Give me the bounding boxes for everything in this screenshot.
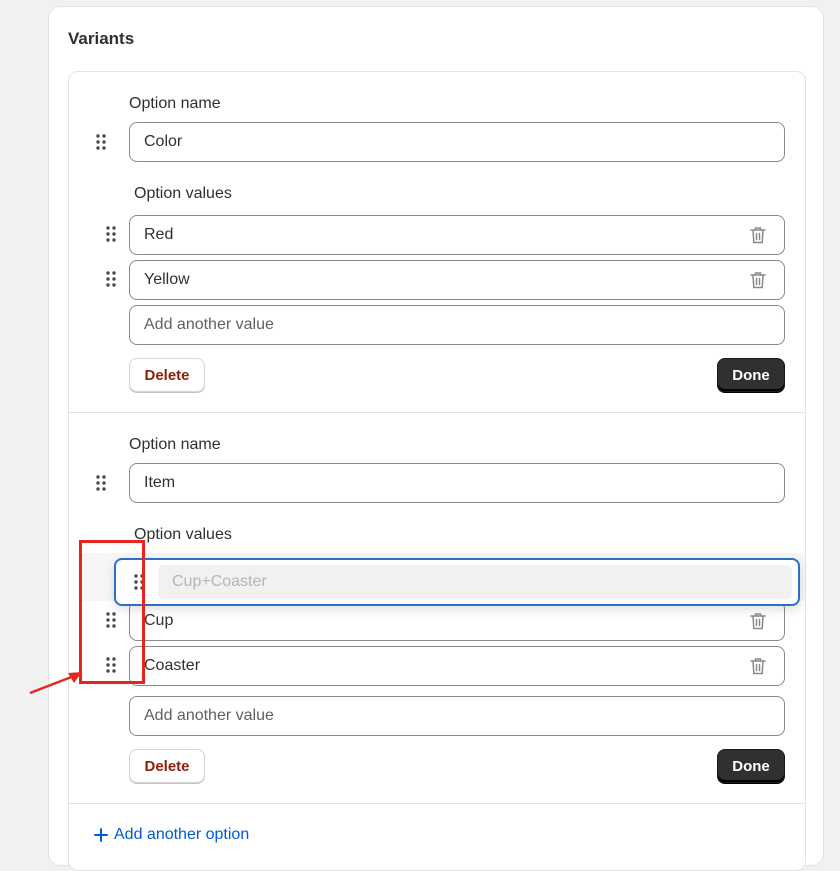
card-title: Variants: [68, 29, 135, 48]
drag-handle-icon[interactable]: [96, 134, 106, 150]
drag-handle-icon[interactable]: [106, 226, 116, 242]
plus-icon: [94, 828, 108, 842]
option-name-input[interactable]: Item: [129, 463, 785, 503]
annotation-highlight-box: [79, 540, 145, 684]
option-value-input[interactable]: Red: [129, 215, 785, 255]
option-value-text: Yellow: [144, 271, 190, 288]
trash-icon[interactable]: [750, 657, 766, 675]
add-value-input[interactable]: Add another value: [129, 305, 785, 345]
trash-icon[interactable]: [750, 226, 766, 244]
option-name-input[interactable]: Color: [129, 122, 785, 162]
add-another-option-link[interactable]: Add another option: [94, 826, 249, 844]
dragging-value-text: Cup+Coaster: [158, 565, 792, 599]
option-value-text: Coaster: [144, 657, 201, 674]
option-name-label: Option name: [129, 95, 221, 112]
option-name-label: Option name: [129, 436, 221, 453]
trash-icon[interactable]: [750, 612, 766, 630]
option-value-input[interactable]: Coaster: [129, 646, 785, 686]
option-values-label: Option values: [134, 526, 232, 543]
done-button[interactable]: Done: [717, 749, 785, 783]
annotation-arrow-icon: [29, 672, 82, 695]
trash-icon[interactable]: [750, 271, 766, 289]
drag-handle-icon[interactable]: [106, 271, 116, 287]
option-values-label: Option values: [134, 185, 232, 202]
option-value-text: Red: [144, 226, 174, 243]
option-value-input[interactable]: Yellow: [129, 260, 785, 300]
option-divider: [69, 803, 805, 804]
done-button[interactable]: Done: [717, 358, 785, 392]
delete-option-button[interactable]: Delete: [129, 358, 205, 392]
option-divider: [69, 412, 805, 413]
drag-handle-icon[interactable]: [96, 475, 106, 491]
dragging-value-item[interactable]: Cup+Coaster: [114, 558, 800, 606]
add-another-option-label: Add another option: [114, 826, 250, 843]
option-value-input[interactable]: Cup: [129, 601, 785, 641]
option-value-text: Cup: [144, 612, 174, 629]
delete-option-button[interactable]: Delete: [129, 749, 205, 783]
add-value-input[interactable]: Add another value: [129, 696, 785, 736]
